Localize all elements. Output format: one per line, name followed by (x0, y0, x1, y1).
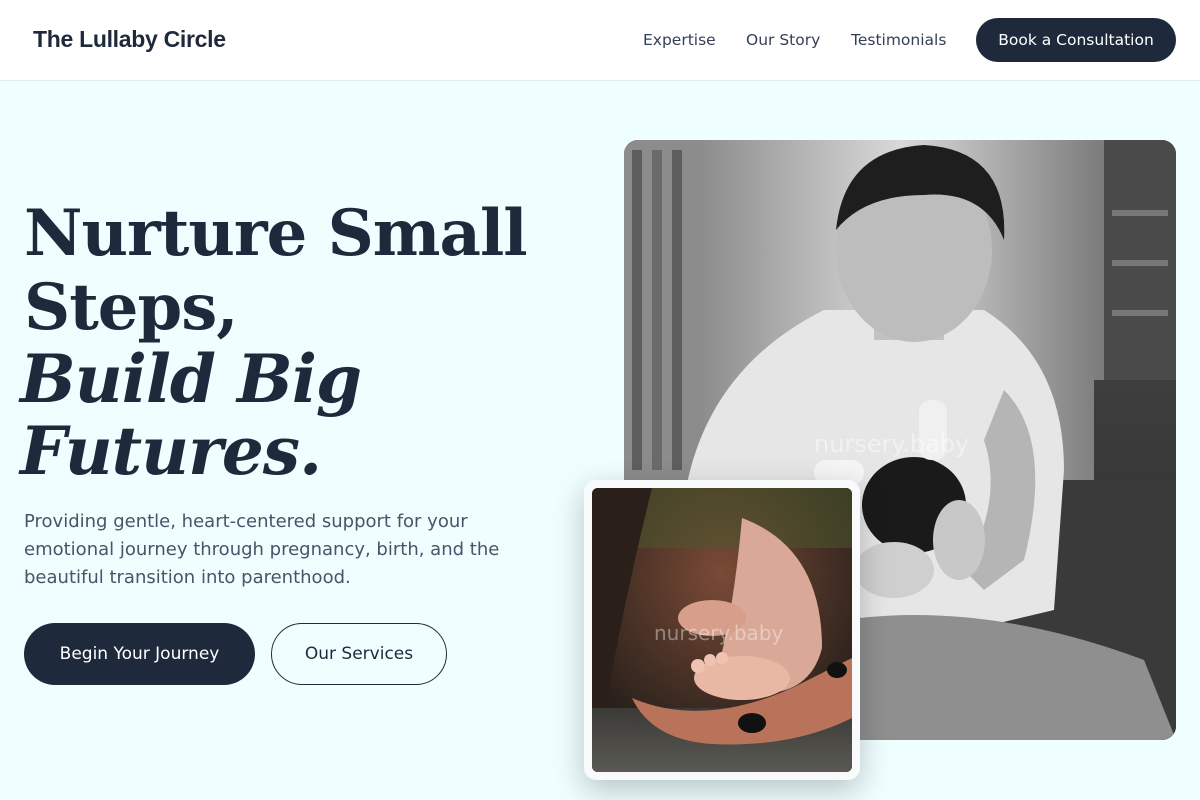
headline-italic-line-1: Build Big (20, 340, 362, 418)
main-photo-watermark: nursery.baby (814, 430, 969, 458)
begin-journey-button[interactable]: Begin Your Journey (24, 623, 255, 685)
brand-logo[interactable]: The Lullaby Circle (33, 26, 226, 53)
nav-link-expertise[interactable]: Expertise (643, 31, 716, 49)
headline-line-2: Steps, (24, 270, 239, 345)
book-consultation-button[interactable]: Book a Consultation (976, 18, 1176, 62)
top-nav: The Lullaby Circle Expertise Our Story T… (0, 0, 1200, 81)
headline-italic-line-2: Futures. (20, 412, 322, 490)
nav-link-testimonials[interactable]: Testimonials (851, 31, 946, 49)
nav-link-our-story[interactable]: Our Story (746, 31, 820, 49)
small-photo-watermark: nursery.baby (654, 621, 784, 645)
hero-lead-text: Providing gentle, heart-centered support… (24, 511, 500, 588)
headline-line-1: Nurture Small (24, 196, 528, 271)
baby-feet-photo: nursery.baby (592, 488, 852, 772)
our-services-button[interactable]: Our Services (271, 623, 447, 685)
